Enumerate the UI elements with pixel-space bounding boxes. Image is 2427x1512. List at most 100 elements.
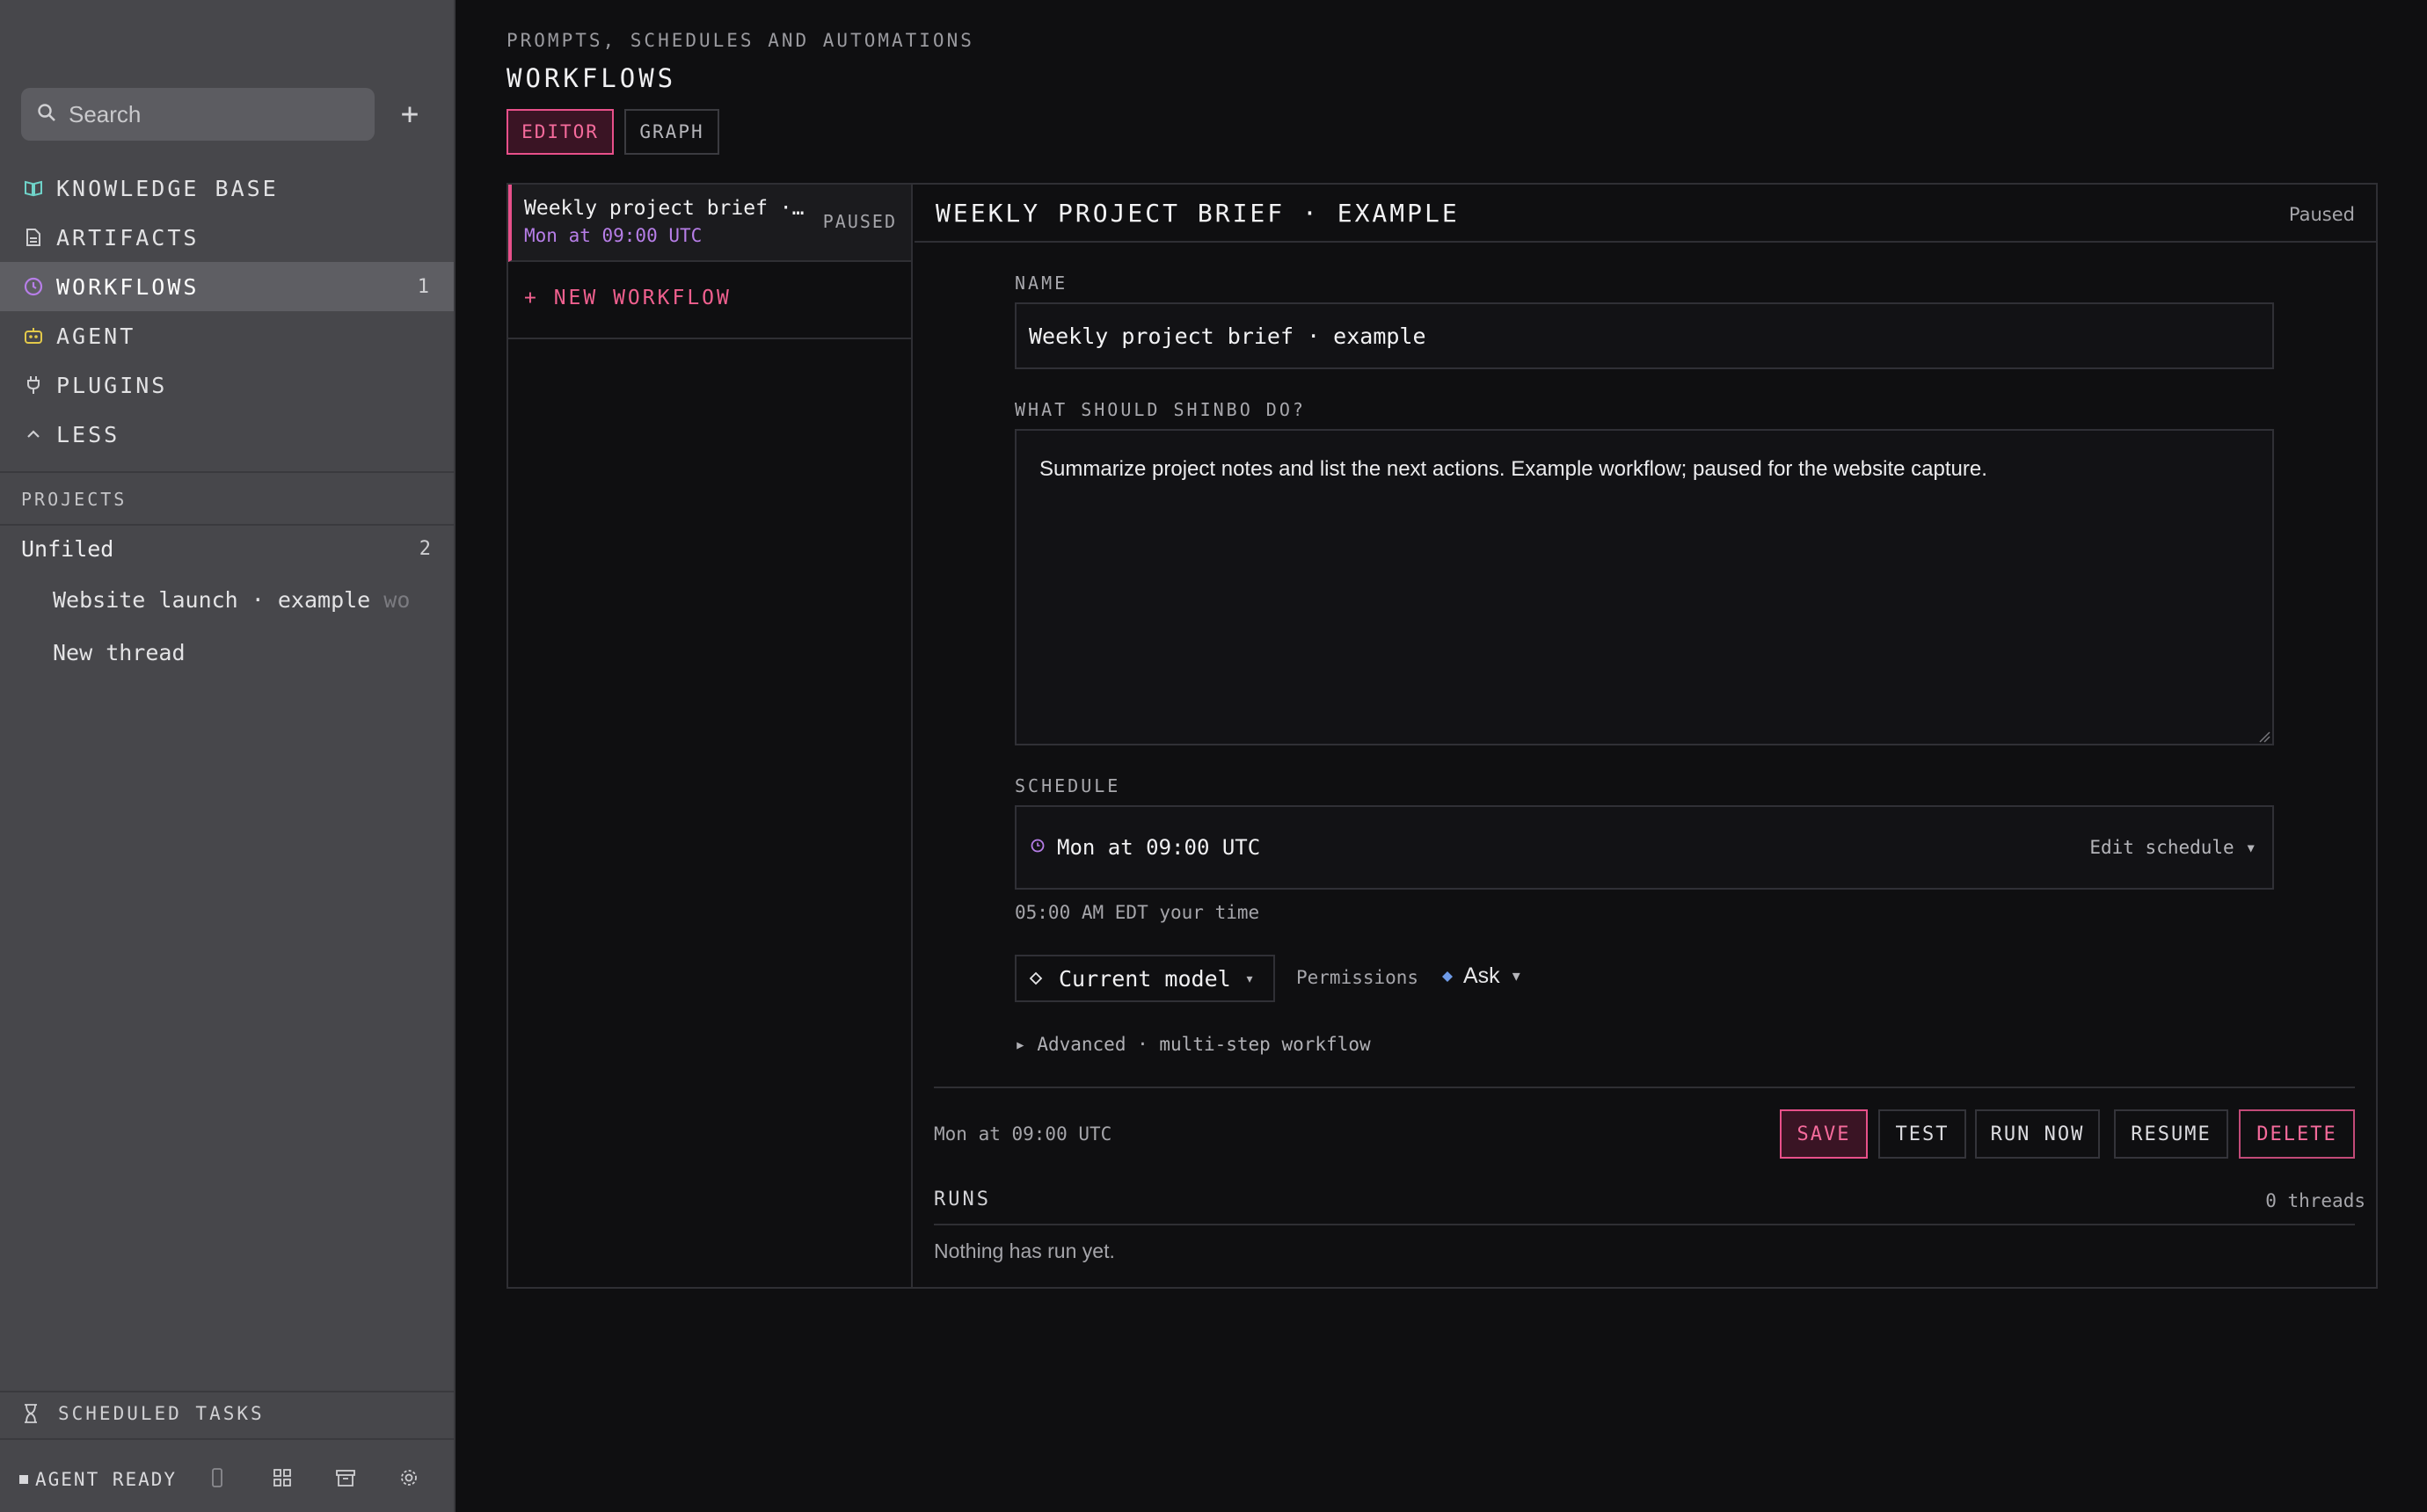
divider [0, 1391, 454, 1392]
grid-icon[interactable] [269, 1465, 295, 1491]
tab-graph[interactable]: GRAPH [624, 109, 719, 155]
divider [508, 338, 911, 339]
sidebar-item-label: AGENT [56, 323, 136, 349]
runs-count: 0 threads [2265, 1190, 2365, 1211]
schedule-value: Mon at 09:00 UTC [1057, 835, 1261, 860]
projects-heading: PROJECTS [21, 489, 128, 510]
advanced-label: Advanced · multi-step workflow [1037, 1034, 1371, 1055]
schedule-label: SCHEDULE [1015, 775, 1121, 796]
button-label: SAVE [1797, 1123, 1851, 1145]
detail-header: WEEKLY PROJECT BRIEF · EXAMPLE Paused [915, 185, 2376, 243]
advanced-toggle[interactable]: ▸ Advanced · multi-step workflow [1015, 1034, 1371, 1055]
divider [0, 1438, 454, 1440]
prompt-textarea[interactable]: Summarize project notes and list the nex… [1015, 429, 2274, 745]
prompt-value: Summarize project notes and list the nex… [1039, 457, 1987, 481]
scheduled-tasks-label: SCHEDULED TASKS [58, 1403, 265, 1424]
sidebar-item-plugins[interactable]: PLUGINS [0, 360, 454, 410]
workflow-status: PAUSED [822, 211, 897, 232]
resume-button[interactable]: RESUME [2114, 1109, 2228, 1159]
project-unfiled[interactable]: Unfiled [21, 536, 113, 562]
workflows-count-badge: 1 [417, 275, 429, 298]
sidebar-item-agent[interactable]: AGENT [0, 311, 454, 360]
local-time-hint: 05:00 AM EDT your time [1015, 902, 1260, 923]
tab-label: EDITOR [521, 121, 599, 142]
new-workflow-button[interactable]: + NEW WORKFLOW [524, 287, 732, 309]
workflow-list: Weekly project brief ·… Mon at 09:00 UTC… [508, 185, 913, 1287]
scheduled-tasks-link[interactable]: SCHEDULED TASKS [23, 1403, 265, 1424]
plus-icon: + [400, 97, 419, 132]
workflow-name: Weekly project brief ·… [524, 197, 805, 220]
thread-item[interactable]: New thread [53, 640, 422, 665]
sidebar-item-label: WORKFLOWS [56, 273, 200, 300]
permissions-select[interactable]: Ask ▾ [1440, 963, 1520, 989]
search-icon [37, 103, 56, 126]
status-badge: Paused [2288, 204, 2355, 225]
sidebar-item-label: ARTIFACTS [56, 224, 200, 251]
sidebar-item-artifacts[interactable]: ARTIFACTS [0, 213, 454, 262]
footer-schedule: Mon at 09:00 UTC [934, 1123, 1112, 1145]
button-label: TEST [1895, 1123, 1950, 1145]
name-field[interactable]: Weekly project brief · example [1015, 302, 2274, 369]
sidebar-item-less[interactable]: LESS [0, 410, 454, 459]
hourglass-icon [23, 1403, 39, 1424]
permissions-label: Permissions [1296, 967, 1419, 988]
workflow-schedule: Mon at 09:00 UTC [524, 225, 703, 246]
page-eyebrow: PROMPTS, SCHEDULES AND AUTOMATIONS [507, 30, 974, 51]
delete-button[interactable]: DELETE [2239, 1109, 2355, 1159]
sidebar-item-label: LESS [56, 421, 120, 447]
diamond-icon [1029, 971, 1043, 985]
save-button[interactable]: SAVE [1780, 1109, 1868, 1159]
unfiled-count-badge: 2 [419, 538, 431, 560]
resize-handle-icon[interactable] [2258, 730, 2270, 743]
divider [934, 1224, 2355, 1225]
search-placeholder: Search [69, 100, 142, 127]
document-icon [23, 227, 44, 248]
schedule-field[interactable]: Mon at 09:00 UTC Edit schedule ▾ [1015, 805, 2274, 890]
agent-status: AGENT READY [19, 1469, 177, 1490]
clock-icon [23, 276, 44, 297]
chevron-down-icon: ▾ [1244, 969, 1255, 988]
page-title: WORKFLOWS [507, 63, 677, 93]
divider [0, 471, 454, 473]
tab-label: GRAPH [639, 121, 704, 142]
chevron-up-icon [23, 424, 44, 445]
search-input[interactable]: Search [21, 88, 375, 141]
thread-label-overflow: wo [383, 587, 411, 613]
chevron-down-icon: ▾ [1512, 967, 1520, 985]
phone-icon[interactable] [204, 1465, 230, 1491]
sidebar: Search + KNOWLEDGE BASE ARTIFACTS WORKFL… [0, 0, 456, 1512]
agent-status-label: AGENT READY [35, 1469, 178, 1490]
sidebar-item-label: KNOWLEDGE BASE [56, 175, 279, 201]
run-now-button[interactable]: RUN NOW [1975, 1109, 2100, 1159]
runs-empty-state: Nothing has run yet. [934, 1239, 1115, 1262]
model-select[interactable]: Current model ▾ [1015, 955, 1275, 1002]
new-thread-button[interactable]: + [392, 95, 427, 134]
sidebar-nav: KNOWLEDGE BASE ARTIFACTS WORKFLOWS 1 AGE… [0, 164, 454, 459]
runs-heading: RUNS [934, 1189, 991, 1210]
edit-schedule-dropdown[interactable]: Edit schedule ▾ [2089, 837, 2256, 858]
divider [934, 1087, 2355, 1088]
detail-title: WEEKLY PROJECT BRIEF · EXAMPLE [936, 199, 1460, 228]
status-square-icon [19, 1475, 28, 1484]
archive-icon[interactable] [332, 1465, 359, 1491]
permissions-value: Ask [1463, 963, 1500, 988]
tab-editor[interactable]: EDITOR [507, 109, 614, 155]
model-label: Current model [1059, 965, 1231, 992]
thread-label: New thread [53, 640, 186, 665]
robot-icon [23, 325, 44, 346]
test-button[interactable]: TEST [1878, 1109, 1966, 1159]
sidebar-item-knowledge-base[interactable]: KNOWLEDGE BASE [0, 164, 454, 213]
button-label: DELETE [2256, 1123, 2337, 1145]
diamond-filled-icon [1440, 970, 1454, 984]
plug-icon [23, 374, 44, 396]
sidebar-footer: AGENT READY [0, 1447, 454, 1512]
sidebar-item-workflows[interactable]: WORKFLOWS 1 [0, 262, 454, 311]
gear-icon[interactable] [396, 1465, 422, 1491]
clock-icon [1031, 839, 1045, 856]
prompt-label: WHAT SHOULD SHINBO DO? [1015, 399, 1306, 420]
workflow-list-item[interactable]: Weekly project brief ·… Mon at 09:00 UTC… [508, 185, 911, 262]
button-label: RESUME [2131, 1123, 2212, 1145]
thread-item[interactable]: Website launch · example wo [53, 587, 422, 613]
triangle-right-icon: ▸ [1015, 1034, 1026, 1055]
name-value: Weekly project brief · example [1029, 323, 1426, 349]
